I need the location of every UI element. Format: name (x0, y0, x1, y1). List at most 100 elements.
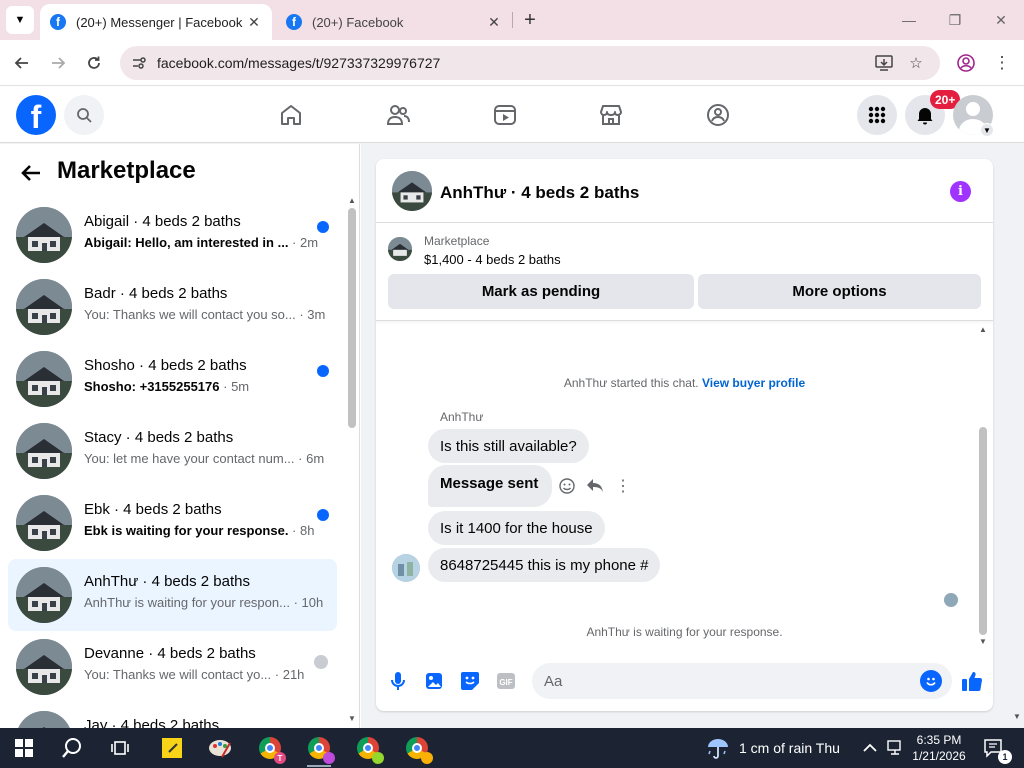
reload-icon (88, 56, 100, 69)
bookmark-star-icon[interactable]: ☆ (906, 53, 926, 73)
sticky-notes-app[interactable] (158, 734, 186, 762)
reload-button[interactable] (80, 49, 108, 77)
conversation-name: AnhThư · 4 beds 2 baths (84, 573, 250, 590)
facebook-logo[interactable]: f (16, 95, 56, 135)
message-bubble[interactable]: Is this still available? (428, 429, 589, 463)
more-vertical-icon[interactable]: ⋮ (612, 475, 634, 497)
chat-title[interactable]: AnhThư · 4 beds 2 baths (440, 183, 639, 203)
minimize-button[interactable]: — (894, 6, 924, 34)
scrollbar-thumb[interactable] (979, 427, 987, 635)
mark-as-pending-button[interactable]: Mark as pending (388, 274, 694, 309)
listing-thumbnail[interactable] (388, 237, 412, 261)
conversation-item[interactable]: Devanne · 4 beds 2 baths You: Thanks we w… (8, 631, 337, 703)
send-like-button[interactable] (960, 669, 984, 693)
address-bar[interactable]: facebook.com/messages/t/927337329976727 … (120, 46, 940, 80)
gif-button[interactable]: GIF (495, 670, 517, 692)
chevron-down-icon[interactable]: ▼ (980, 123, 994, 137)
sticker-button[interactable] (459, 670, 481, 692)
menu-button[interactable] (857, 95, 897, 135)
conversation-item[interactable]: Badr · 4 beds 2 baths You: Thanks we will… (8, 271, 337, 343)
site-settings-icon[interactable] (130, 54, 148, 72)
profile-button[interactable] (952, 49, 980, 77)
scroll-down-icon[interactable]: ▼ (979, 637, 987, 646)
nav-marketplace[interactable] (595, 99, 627, 131)
action-center-button[interactable]: 1 (980, 734, 1012, 764)
close-window-button[interactable]: ✕ (986, 6, 1016, 34)
separator-dot: · (288, 235, 300, 250)
tab-separator (512, 12, 513, 28)
taskbar-clock[interactable]: 6:35 PM 1/21/2026 (906, 732, 972, 764)
chrome-profile-4[interactable] (403, 734, 433, 764)
groups-icon (707, 104, 729, 126)
nav-home[interactable] (275, 99, 307, 131)
task-view-button[interactable] (106, 734, 134, 762)
message-bubble[interactable]: Message sent (428, 465, 553, 507)
weather-widget[interactable] (704, 734, 732, 762)
install-app-icon[interactable] (874, 53, 894, 73)
back-button[interactable] (18, 160, 44, 186)
browser-menu-button[interactable]: ⋮ (988, 49, 1016, 77)
show-hidden-icons-button[interactable] (856, 734, 884, 762)
facebook-search-button[interactable] (64, 95, 104, 135)
message-bubble[interactable]: Is it 1400 for the house (428, 511, 605, 545)
nav-groups[interactable] (702, 99, 734, 131)
restore-button[interactable]: ❐ (940, 6, 970, 34)
paint-app[interactable] (206, 734, 234, 762)
conversation-item[interactable]: Abigail · 4 beds 2 baths Abigail: Hello, … (8, 199, 337, 271)
conversation-name: Ebk · 4 beds 2 baths (84, 501, 222, 518)
listing-price[interactable]: $1,400 - 4 beds 2 baths (424, 252, 561, 267)
message-composer[interactable] (532, 663, 952, 699)
back-button[interactable] (8, 49, 36, 77)
chrome-profile-3[interactable] (354, 734, 384, 764)
grid-menu-icon (868, 106, 886, 124)
start-button[interactable] (10, 734, 38, 762)
message-input[interactable] (544, 671, 904, 691)
conversation-item[interactable]: Jay · 4 beds 2 baths (8, 703, 337, 728)
nav-friends[interactable] (382, 99, 414, 131)
react-emoji-icon[interactable] (556, 475, 578, 497)
conversation-snippet: AnhThư is waiting for your respon... · 1… (84, 595, 323, 610)
conversation-item[interactable]: Shosho · 4 beds 2 baths Shosho: +31552551… (8, 343, 337, 415)
message-bubble[interactable]: 8648725445 this is my phone # (428, 548, 661, 582)
scroll-up-icon[interactable]: ▲ (979, 325, 987, 334)
conversation-name: Devanne · 4 beds 2 baths (84, 645, 256, 662)
scrollbar-thumb[interactable] (348, 208, 356, 428)
taskbar-search-button[interactable] (58, 734, 86, 762)
attach-photo-button[interactable] (423, 670, 445, 692)
snippet-text: AnhThư is waiting for your respon... (84, 595, 290, 610)
microphone-icon (391, 672, 405, 690)
reply-icon[interactable] (584, 475, 606, 497)
snippet-text: Abigail: Hello, am interested in ... (84, 235, 289, 250)
close-tab-icon[interactable]: ✕ (484, 12, 504, 32)
info-icon[interactable]: i (950, 181, 971, 202)
emoji-picker-icon[interactable] (920, 670, 942, 692)
sticky-notes-icon (162, 738, 182, 758)
scroll-down-icon[interactable]: ▼ (348, 714, 356, 723)
url-text[interactable]: facebook.com/messages/t/927337329976727 (157, 55, 440, 71)
browser-tab-messenger[interactable]: f (20+) Messenger | Facebook ✕ (40, 4, 272, 40)
forward-button[interactable] (44, 49, 72, 77)
close-tab-icon[interactable]: ✕ (244, 12, 264, 32)
scroll-up-icon[interactable]: ▲ (348, 196, 356, 205)
voice-clip-button[interactable] (387, 670, 409, 692)
chat-avatar[interactable] (392, 171, 432, 211)
nav-watch[interactable] (489, 99, 521, 131)
sender-avatar[interactable] (392, 554, 420, 582)
conversation-item[interactable]: Stacy · 4 beds 2 baths You: let me have y… (8, 415, 337, 487)
chrome-profile-t[interactable]: T (256, 734, 286, 764)
tab-search-menu-button[interactable]: ▼ (6, 6, 34, 34)
browser-tab-facebook[interactable]: f (20+) Facebook ✕ (276, 4, 512, 40)
conversation-item[interactable]: AnhThư · 4 beds 2 baths AnhThư is waiting… (8, 559, 337, 631)
more-options-button[interactable]: More options (698, 274, 981, 309)
snippet-text: Shosho: +3155255176 (84, 379, 220, 394)
new-tab-button[interactable]: + (518, 8, 542, 32)
profile-badge: T (274, 752, 286, 764)
profile-badge (372, 752, 384, 764)
view-buyer-profile-link[interactable]: View buyer profile (702, 376, 805, 390)
weather-text[interactable]: 1 cm of rain Thu (739, 740, 840, 756)
conversation-snippet: You: Thanks we will contact you so... · … (84, 307, 325, 322)
chrome-profile-2[interactable] (305, 734, 335, 764)
conversation-item[interactable]: Ebk · 4 beds 2 baths Ebk is waiting for y… (8, 487, 337, 559)
listing-card: Marketplace $1,400 - 4 beds 2 baths Mark… (376, 223, 993, 321)
page-scroll-down-icon[interactable]: ▼ (1013, 712, 1021, 721)
